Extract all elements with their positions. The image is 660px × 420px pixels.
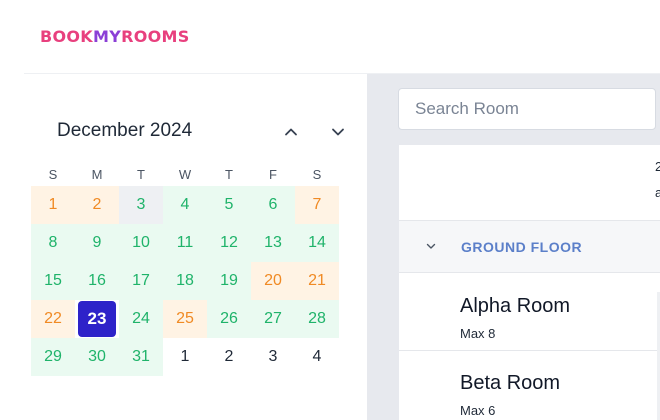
weekday-label: S bbox=[312, 166, 322, 182]
previous-month-button[interactable] bbox=[280, 121, 302, 143]
calendar-day[interactable]: 27 bbox=[251, 300, 295, 338]
chevron-up-icon bbox=[285, 128, 297, 136]
calendar-day-number: 23 bbox=[78, 301, 116, 337]
calendar-day[interactable]: 8 bbox=[31, 224, 75, 262]
weekday-label: T bbox=[137, 166, 145, 182]
brand-part-rooms: ROOMS bbox=[121, 27, 190, 46]
calendar-day[interactable]: 20 bbox=[251, 262, 295, 300]
room-capacity: Max 8 bbox=[460, 326, 496, 341]
calendar-week-row: 8 9 10 11 12 13 14 bbox=[31, 224, 339, 262]
search-room-input[interactable] bbox=[398, 88, 656, 130]
table-header: 2 a bbox=[399, 145, 660, 221]
floor-label: GROUND FLOOR bbox=[461, 239, 583, 255]
calendar-week-row: 29 30 31 1 2 3 4 bbox=[31, 338, 339, 376]
weekday-label: W bbox=[178, 166, 192, 182]
calendar-day[interactable]: 14 bbox=[295, 224, 339, 262]
chevron-down-icon bbox=[426, 243, 436, 249]
weekday-header-row: SMTWTFS bbox=[31, 162, 339, 186]
header-cut-text-bottom: a bbox=[655, 185, 660, 200]
calendar-day[interactable]: 1 bbox=[31, 186, 75, 224]
header-cut-text-top: 2 bbox=[655, 159, 660, 174]
brand-logo[interactable]: BOOKMYROOMS bbox=[40, 27, 190, 46]
brand-part-my: MY bbox=[93, 27, 122, 46]
room-capacity: Max 6 bbox=[460, 403, 496, 418]
calendar-day[interactable]: 16 bbox=[75, 262, 119, 300]
calendar-day[interactable]: 11 bbox=[163, 224, 207, 262]
calendar-day[interactable]: 31 bbox=[119, 338, 163, 376]
calendar-day[interactable]: 4 bbox=[163, 186, 207, 224]
floor-group-ground[interactable]: GROUND FLOOR bbox=[399, 221, 660, 273]
calendar-day[interactable]: 25 bbox=[163, 300, 207, 338]
calendar-day[interactable]: 17 bbox=[119, 262, 163, 300]
next-month-button[interactable] bbox=[327, 121, 349, 143]
calendar-day[interactable]: 2 bbox=[75, 186, 119, 224]
room-row-alpha[interactable]: Alpha Room Max 8 bbox=[399, 274, 660, 351]
calendar-day[interactable]: 19 bbox=[207, 262, 251, 300]
calendar-day[interactable]: 13 bbox=[251, 224, 295, 262]
calendar-day[interactable]: 30 bbox=[75, 338, 119, 376]
calendar-week-row: 22 23 24 25 26 27 28 bbox=[31, 300, 339, 338]
calendar-day[interactable]: 2 bbox=[207, 338, 251, 376]
calendar-day[interactable]: 1 bbox=[163, 338, 207, 376]
room-name: Alpha Room bbox=[460, 295, 571, 317]
calendar-day[interactable]: 29 bbox=[31, 338, 75, 376]
calendar-day[interactable]: 3 bbox=[251, 338, 295, 376]
weekday-label: T bbox=[225, 166, 233, 182]
calendar-day[interactable]: 24 bbox=[119, 300, 163, 338]
calendar-day[interactable]: 4 bbox=[295, 338, 339, 376]
calendar-week-row: 1234567 bbox=[31, 186, 339, 224]
calendar-day[interactable]: 7 bbox=[295, 186, 339, 224]
calendar-day[interactable]: 21 bbox=[295, 262, 339, 300]
room-row-beta[interactable]: Beta Room Max 6 bbox=[399, 351, 660, 420]
room-name: Beta Room bbox=[460, 372, 561, 394]
calendar-header: December 2024 bbox=[57, 119, 357, 143]
calendar-day[interactable]: 18 bbox=[163, 262, 207, 300]
calendar-week-row: 15 16 17 18 19 20 21 bbox=[31, 262, 339, 300]
calendar-day[interactable]: 28 bbox=[295, 300, 339, 338]
weekday-label: F bbox=[269, 166, 277, 182]
calendar-day[interactable]: 9 bbox=[75, 224, 119, 262]
calendar-day[interactable]: 22 bbox=[31, 300, 75, 338]
calendar-month-title: December 2024 bbox=[57, 120, 193, 141]
chevron-down-icon bbox=[332, 128, 344, 136]
rooms-panel: 2 a GROUND FLOOR Alpha Room Max 8 Beta R… bbox=[367, 74, 660, 420]
brand-part-book: BOOK bbox=[40, 27, 93, 46]
rooms-table: 2 a GROUND FLOOR Alpha Room Max 8 Beta R… bbox=[399, 145, 660, 420]
calendar-day[interactable]: 5 bbox=[207, 186, 251, 224]
calendar-day[interactable]: 3 bbox=[119, 186, 163, 224]
calendar-day-selected[interactable]: 23 bbox=[75, 300, 119, 338]
weekday-label: M bbox=[91, 166, 103, 182]
calendar-day[interactable]: 15 bbox=[31, 262, 75, 300]
calendar-panel: December 2024 SMTWTFS 1 2 3 4 5 6 7 8 9 10 11 12 13 1… bbox=[24, 74, 367, 420]
calendar-day[interactable]: 6 bbox=[251, 186, 295, 224]
calendar-day[interactable]: 26 bbox=[207, 300, 251, 338]
calendar-day[interactable]: 10 bbox=[119, 224, 163, 262]
calendar-grid: SMTWTFS 1 2 3 4 5 6 7 8 9 10 11 12 13 14 15 16 17 18 19 20 2… bbox=[31, 162, 339, 376]
weekday-label: S bbox=[48, 166, 58, 182]
calendar-day[interactable]: 12 bbox=[207, 224, 251, 262]
